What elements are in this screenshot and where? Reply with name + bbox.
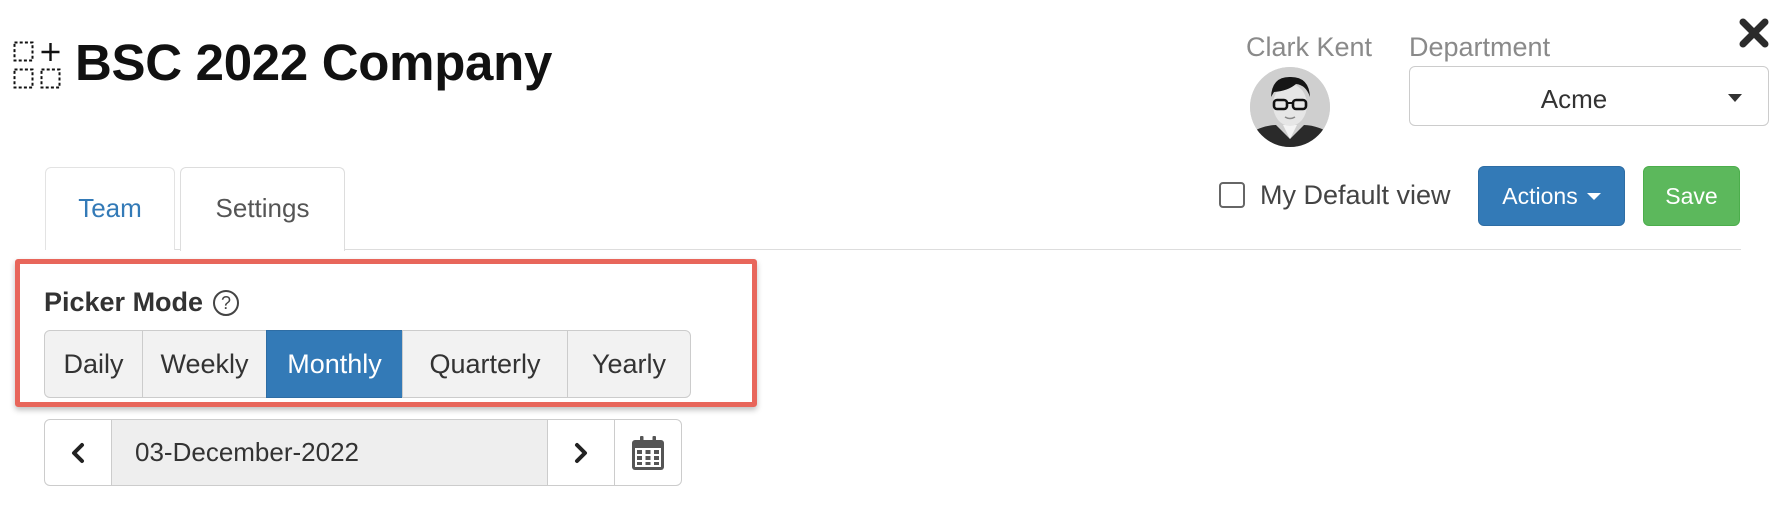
dashed-grid-plus-icon [13, 41, 61, 89]
chevron-left-icon [72, 442, 84, 463]
chevron-right-icon [575, 442, 587, 463]
department-label: Department [1409, 32, 1551, 62]
default-view-toggle[interactable]: My Default view [1219, 178, 1451, 212]
actions-button[interactable]: Actions [1478, 166, 1625, 226]
next-date-button[interactable] [547, 419, 615, 486]
tab-team[interactable]: Team [45, 167, 175, 250]
picker-mode-quarterly[interactable]: Quarterly [402, 330, 568, 398]
picker-mode-weekly[interactable]: Weekly [142, 330, 267, 398]
department-select[interactable]: Acme [1409, 66, 1769, 126]
help-icon[interactable]: ? [213, 289, 240, 316]
page-title: BSC 2022 Company [75, 34, 553, 91]
picker-mode-label: Picker Mode [44, 287, 204, 317]
tab-settings[interactable]: Settings [180, 167, 345, 251]
previous-date-button[interactable] [44, 419, 112, 486]
default-view-checkbox[interactable] [1219, 182, 1245, 208]
user-name: Clark Kent [1246, 32, 1373, 62]
caret-down-icon [1728, 94, 1742, 102]
calendar-icon [632, 435, 664, 470]
picker-mode-heading: Picker Mode ? [44, 287, 240, 318]
caret-down-icon [1586, 192, 1601, 200]
picker-mode-daily[interactable]: Daily [44, 330, 143, 398]
close-icon[interactable] [1735, 14, 1773, 52]
picker-mode-monthly[interactable]: Monthly [266, 330, 403, 398]
save-button[interactable]: Save [1643, 166, 1740, 226]
picker-mode-yearly[interactable]: Yearly [567, 330, 691, 398]
department-selected-value: Acme [1540, 84, 1608, 114]
date-field[interactable]: 03-December-2022 [111, 419, 548, 486]
actions-label: Actions [1502, 182, 1578, 209]
avatar [1250, 67, 1330, 147]
default-view-label: My Default view [1260, 179, 1451, 210]
date-navigator: 03-December-2022 [44, 419, 682, 486]
calendar-button[interactable] [614, 419, 682, 486]
picker-mode-group: Daily Weekly Monthly Quarterly Yearly [44, 330, 691, 398]
